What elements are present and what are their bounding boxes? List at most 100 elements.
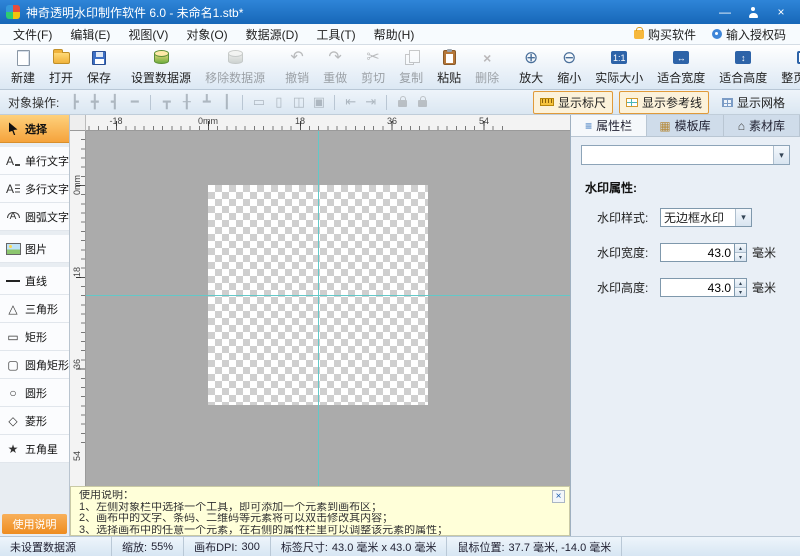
buy-software-button[interactable]: 购买软件: [628, 24, 702, 45]
toggle-show-guides[interactable]: 显示参考线: [619, 91, 709, 114]
toolbar-separator: [386, 95, 387, 110]
delete-icon: ×: [483, 48, 491, 67]
zoom-out-button[interactable]: ⊖缩小: [550, 45, 588, 89]
tool-image[interactable]: 图片: [0, 235, 69, 263]
help-title: 使用说明：: [79, 490, 551, 502]
menu-datasource[interactable]: 数据源(D): [237, 24, 308, 45]
materials-icon: ⌂: [738, 120, 745, 132]
fit-height-button[interactable]: ↕适合高度: [712, 45, 774, 89]
align-top-icon: ┳: [158, 94, 175, 110]
tool-triangle[interactable]: △三角形: [0, 295, 69, 323]
tool-line[interactable]: 直线: [0, 267, 69, 295]
help-line-1: 1、左侧对象栏中选择一个工具，即可添加一个元素到画布区；: [79, 502, 551, 514]
tool-select[interactable]: 选择: [0, 115, 69, 143]
ruler-label: 36: [72, 359, 82, 369]
watermark-height-input[interactable]: [660, 278, 734, 297]
sidebar-spacer: [0, 463, 69, 512]
titlebar: 神奇透明水印制作软件 6.0 - 未命名1.stb* — ×: [0, 0, 800, 24]
tool-multi-line-text[interactable]: A多行文字: [0, 175, 69, 203]
tool-circle[interactable]: ○圆形: [0, 379, 69, 407]
chevron-down-icon[interactable]: ▾: [773, 146, 789, 164]
watermark-height-stepper[interactable]: ▴▾: [734, 278, 747, 297]
tab-properties[interactable]: ≡属性栏: [571, 115, 647, 136]
help-line-3: 3、选择画布中的任意一个元素，在右侧的属性栏里可以调整该元素的属性；: [79, 525, 551, 537]
menu-view[interactable]: 视图(V): [119, 24, 177, 45]
element-selector-combo[interactable]: ▾: [581, 145, 790, 165]
align-center-horizontal-icon: ╋: [86, 94, 103, 110]
menu-tools[interactable]: 工具(T): [307, 24, 364, 45]
fit-height-icon: ↕: [735, 51, 751, 64]
tool-sidebar: 选择 A单行文字 A多行文字 A圆弧文字 图片 直线 △三角形 ▭矩形 ▢圆角矩…: [0, 115, 70, 536]
tool-arc-text[interactable]: A圆弧文字: [0, 203, 69, 231]
new-button[interactable]: 新建: [4, 45, 42, 89]
tab-templates[interactable]: ▦模板库: [647, 115, 723, 136]
minimize-button[interactable]: —: [712, 3, 738, 21]
cut-icon: ✂: [366, 48, 379, 67]
actual-size-button[interactable]: 1:1实际大小: [588, 45, 650, 89]
cut-button: ✂剪切: [354, 45, 392, 89]
align-horizontal-line-icon: ━: [126, 94, 143, 110]
zoom-out-icon: ⊖: [562, 48, 576, 67]
watermark-style-row: 水印样式: 无边框水印 ▾: [597, 208, 800, 227]
tool-rounded-rectangle[interactable]: ▢圆角矩形: [0, 351, 69, 379]
enter-license-button[interactable]: 输入授权码: [706, 24, 792, 45]
distribute-vertical-icon: ⇥: [362, 94, 379, 110]
spinner-up-icon[interactable]: ▴: [735, 244, 746, 252]
menu-help[interactable]: 帮助(H): [365, 24, 424, 45]
equal-height-icon: ▯: [270, 94, 287, 110]
open-folder-icon: [53, 52, 70, 64]
remove-datasource-icon: [228, 51, 243, 64]
horizontal-ruler[interactable]: -18 0mm 18 36 54: [86, 115, 570, 131]
watermark-width-input[interactable]: [660, 243, 734, 262]
ruler-label: 54: [479, 116, 489, 126]
paste-button[interactable]: 粘贴: [430, 45, 468, 89]
watermark-style-select[interactable]: 无边框水印 ▾: [660, 208, 752, 227]
ruler-label: -18: [109, 116, 122, 126]
canvas-workspace[interactable]: [86, 131, 570, 486]
tool-single-line-text[interactable]: A单行文字: [0, 147, 69, 175]
ruler-label: 0mm: [198, 116, 218, 126]
toggle-show-grid[interactable]: 显示网格: [715, 91, 792, 114]
account-button[interactable]: [740, 3, 766, 21]
align-middle-icon: ╂: [178, 94, 195, 110]
horizontal-guide-line[interactable]: [86, 295, 570, 296]
watermark-style-label: 水印样式:: [597, 209, 655, 226]
app-icon: [6, 5, 20, 19]
copy-button: 复制: [392, 45, 430, 89]
set-datasource-button[interactable]: 设置数据源: [124, 45, 198, 89]
toolbar-separator: [150, 95, 151, 110]
menu-edit[interactable]: 编辑(E): [61, 24, 119, 45]
open-button[interactable]: 打开: [42, 45, 80, 89]
vertical-guide-line[interactable]: [318, 131, 319, 486]
menu-object[interactable]: 对象(O): [177, 24, 236, 45]
watermark-width-stepper[interactable]: ▴▾: [734, 243, 747, 262]
right-panel-tabs: ≡属性栏 ▦模板库 ⌂素材库: [571, 115, 800, 137]
chevron-down-icon[interactable]: ▾: [735, 209, 751, 226]
rounded-rectangle-icon: ▢: [5, 358, 21, 372]
license-icon: [712, 29, 722, 39]
whole-page-button[interactable]: 整页显示: [774, 45, 800, 89]
toggle-show-ruler[interactable]: 显示标尺: [533, 91, 613, 114]
usage-help-button[interactable]: 使用说明: [2, 514, 67, 534]
fit-width-icon: ↔: [673, 51, 689, 64]
unlock-icon: [414, 95, 431, 110]
spinner-down-icon[interactable]: ▾: [735, 252, 746, 261]
tool-rectangle[interactable]: ▭矩形: [0, 323, 69, 351]
spinner-down-icon[interactable]: ▾: [735, 287, 746, 296]
multi-line-text-icon: A: [5, 182, 21, 196]
close-icon[interactable]: ×: [552, 490, 565, 503]
tab-materials[interactable]: ⌂素材库: [724, 115, 800, 136]
user-icon: [748, 7, 759, 18]
tool-diamond[interactable]: ◇菱形: [0, 407, 69, 435]
right-panel: ≡属性栏 ▦模板库 ⌂素材库 ▾ 水印属性: 水印样式: 无边框水印 ▾ 水印宽…: [570, 115, 800, 536]
spinner-up-icon[interactable]: ▴: [735, 279, 746, 287]
tool-star[interactable]: ★五角星: [0, 435, 69, 463]
close-button[interactable]: ×: [768, 3, 794, 21]
zoom-in-button[interactable]: ⊕放大: [512, 45, 550, 89]
menu-file[interactable]: 文件(F): [4, 24, 61, 45]
watermark-width-row: 水印宽度: ▴▾ 毫米: [597, 243, 800, 262]
fit-width-button[interactable]: ↔适合宽度: [650, 45, 712, 89]
save-button[interactable]: 保存: [80, 45, 118, 89]
circle-icon: ○: [5, 386, 21, 400]
vertical-ruler[interactable]: 0mm 18 36 54: [70, 131, 86, 486]
